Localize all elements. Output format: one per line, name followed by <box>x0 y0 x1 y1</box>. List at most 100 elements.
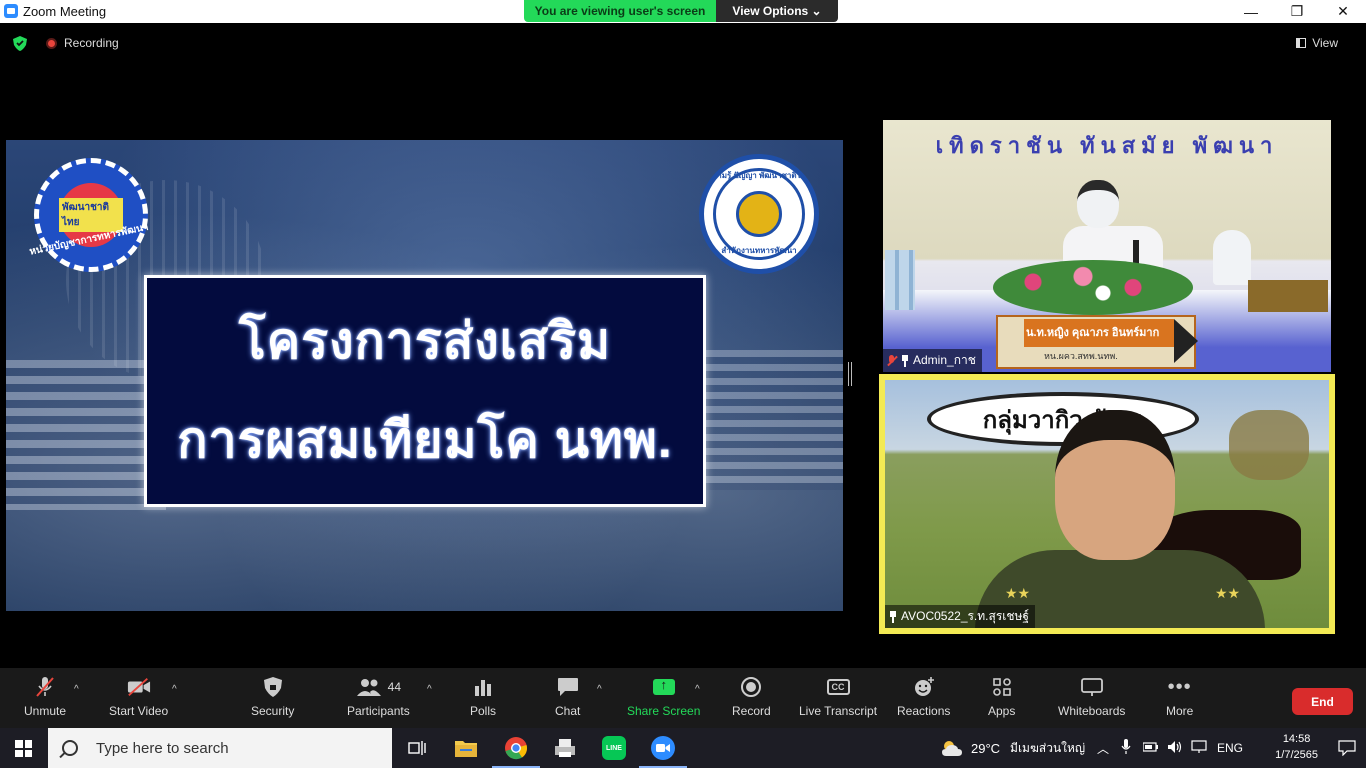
recording-icon[interactable] <box>46 38 57 49</box>
chat-button[interactable]: Chat <box>555 676 580 718</box>
video-options-chevron-icon[interactable]: ^ <box>172 684 177 695</box>
muted-mic-icon <box>887 354 897 367</box>
shared-screen[interactable]: พัฒนาชาติไทย หน่วยบัญชาการทหารพัฒนา ความ… <box>6 140 843 611</box>
logo-right-bottom-text: สำนักงานทหารพัฒนา <box>721 246 797 255</box>
chat-label: Chat <box>555 704 581 718</box>
participant-name-tag: Admin_กาช <box>883 349 982 372</box>
view-layout-button[interactable]: View <box>1296 36 1338 50</box>
partly-cloudy-icon <box>942 741 962 756</box>
recording-label[interactable]: Recording <box>64 36 119 50</box>
share-chevron-icon[interactable]: ^ <box>695 684 700 695</box>
whiteboards-label: Whiteboards <box>1058 704 1126 718</box>
building-image-left <box>6 360 166 510</box>
building-image-right <box>706 350 843 490</box>
chair-image <box>1213 230 1251 285</box>
muted-mic-icon <box>33 676 57 698</box>
apps-button[interactable]: Apps <box>988 676 1015 718</box>
live-transcript-button[interactable]: CC Live Transcript <box>799 676 877 718</box>
microphone-tray-icon[interactable] <box>1121 738 1131 758</box>
chat-chevron-icon[interactable]: ^ <box>597 684 602 695</box>
chat-bubble-icon <box>556 676 580 698</box>
whiteboards-button[interactable]: Whiteboards <box>1058 676 1125 718</box>
development-office-logo: ความรู้ ปัญญา พัฒนาชาติไทย สำนักงานทหารพ… <box>699 154 819 274</box>
windows-start-icon[interactable] <box>15 740 32 757</box>
participants-button[interactable]: 44 Participants <box>347 676 410 718</box>
security-button[interactable]: Security <box>251 676 294 718</box>
security-label: Security <box>251 704 295 718</box>
participants-chevron-icon[interactable]: ^ <box>427 684 432 695</box>
polls-button[interactable]: Polls <box>470 676 496 718</box>
printer-app-icon[interactable] <box>551 734 579 762</box>
network-icon[interactable] <box>1191 739 1207 757</box>
start-video-button[interactable]: Start Video <box>109 676 168 718</box>
restore-icon[interactable]: ❐ <box>1274 0 1320 23</box>
video-tile-admin[interactable]: เทิดราชัน ทันสมัย พัฒนา น.ท.หญิง คุณาภร … <box>883 120 1331 372</box>
search-icon <box>62 740 78 756</box>
windows-taskbar: Type here to search LINE 29°C มีเมฆส่วนใ… <box>0 728 1366 768</box>
logo-right-top-text: ความรู้ ปัญญา พัฒนาชาติไทย <box>707 171 811 180</box>
shield-icon <box>261 676 285 698</box>
audio-options-chevron-icon[interactable]: ^ <box>74 684 79 695</box>
reactions-button[interactable]: Reactions <box>897 676 950 718</box>
video-tile-active-speaker[interactable]: กลุ่มวากิว พัฒน ★★ ★★ AVOC0522_ร.ท.สุรเช… <box>879 374 1335 634</box>
apps-label: Apps <box>988 704 1016 718</box>
apps-icon <box>990 676 1014 698</box>
rank-star-icon: ★★ <box>1215 585 1241 601</box>
participants-icon: 44 <box>348 676 408 698</box>
viewing-status-text: You are viewing user's screen <box>524 0 716 22</box>
taskbar-search-box[interactable]: Type here to search <box>48 728 392 768</box>
share-screen-label: Share Screen <box>627 704 701 718</box>
rank-star-icon: ★★ <box>1005 585 1031 601</box>
backdrop-banner-text: เทิดราชัน ทันสมัย พัฒนา <box>935 133 1279 158</box>
window-title: Zoom Meeting <box>23 4 107 19</box>
torch-emblem-icon <box>736 191 782 237</box>
more-label: More <box>1166 704 1194 718</box>
show-hidden-icons-chevron-icon[interactable]: ︿ <box>1097 740 1109 757</box>
volume-icon[interactable] <box>1167 740 1183 757</box>
view-label: View <box>1312 36 1338 50</box>
system-tray: ︿ ENG <box>1097 728 1243 768</box>
start-video-label: Start Video <box>109 704 169 718</box>
end-meeting-button[interactable]: End <box>1292 688 1353 715</box>
share-screen-icon <box>652 676 676 698</box>
live-transcript-label: Live Transcript <box>799 704 878 718</box>
smiley-plus-icon <box>912 676 936 698</box>
more-dots-icon: ••• <box>1167 675 1192 698</box>
flower-arrangement-image <box>993 260 1193 315</box>
participant-image <box>1063 180 1163 276</box>
more-button[interactable]: ••• More <box>1166 675 1194 719</box>
zoom-taskbar-icon[interactable] <box>639 734 687 768</box>
weather-widget[interactable]: 29°C มีเมฆส่วนใหญ่ <box>940 728 1085 768</box>
line-app-label: LINE <box>602 736 626 760</box>
battery-icon[interactable] <box>1142 741 1159 756</box>
whiteboard-icon <box>1080 676 1104 698</box>
view-options-button[interactable]: View Options ⌄ <box>716 0 838 22</box>
participant-name: AVOC0522_ร.ท.สุรเชษฐ์ <box>901 609 1030 623</box>
minimize-icon[interactable]: — <box>1228 0 1274 23</box>
meeting-toolbar: Unmute ^ Start Video ^ Security 44 Parti… <box>0 668 1366 728</box>
participant-face-image <box>1055 410 1175 560</box>
polls-label: Polls <box>470 704 497 718</box>
file-explorer-icon[interactable] <box>452 734 480 762</box>
close-icon[interactable]: ✕ <box>1320 0 1366 23</box>
encryption-shield-icon[interactable] <box>13 36 27 51</box>
weather-description: มีเมฆส่วนใหญ่ <box>1010 740 1086 755</box>
record-button[interactable]: Record <box>732 676 771 718</box>
panel-splitter-handle[interactable] <box>848 362 852 386</box>
input-language[interactable]: ENG <box>1217 741 1243 755</box>
clock-time: 14:58 <box>1282 733 1311 745</box>
slide-title-line2: การผสมเทียมโค นทพ. <box>177 412 673 468</box>
clock-date: 1/7/2565 <box>1275 749 1318 761</box>
chrome-icon[interactable] <box>492 734 540 768</box>
nameplate-name: น.ท.หญิง คุณาภร อินทร์มาก <box>1026 327 1160 339</box>
viewing-banner: You are viewing user's screen View Optio… <box>524 0 838 22</box>
unmute-button[interactable]: Unmute <box>24 676 66 718</box>
task-view-icon[interactable] <box>403 734 431 762</box>
water-bottles-image <box>885 250 915 310</box>
taskbar-clock[interactable]: 14:58 1/7/2565 <box>1275 731 1318 763</box>
notification-center-icon[interactable] <box>1338 728 1356 768</box>
share-screen-button[interactable]: Share Screen <box>627 676 700 718</box>
line-app-icon[interactable]: LINE <box>600 734 628 762</box>
nameplate-role: หน.ผคว.สทพ.นทพ. <box>1044 351 1118 361</box>
participant-name: Admin_กาช <box>913 353 976 367</box>
